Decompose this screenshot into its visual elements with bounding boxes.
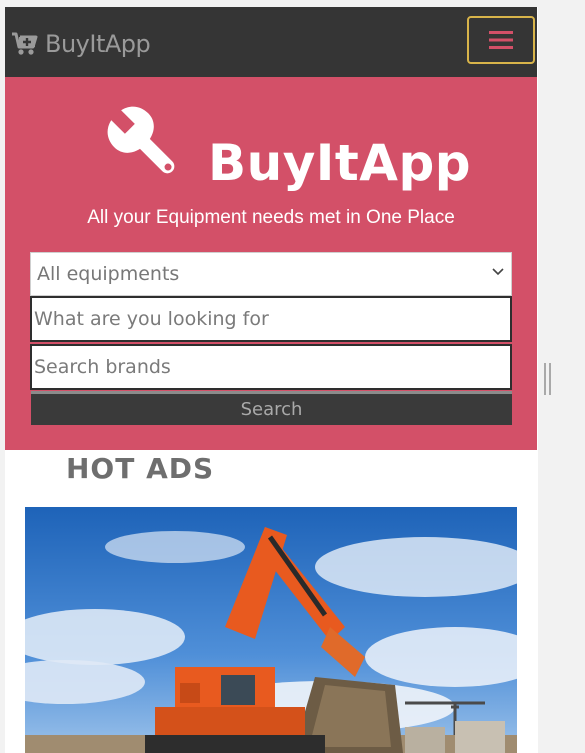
hot-ad-image[interactable] (25, 507, 517, 753)
search-query-placeholder: What are you looking for (34, 308, 269, 330)
category-select[interactable]: All equipments (30, 252, 512, 296)
excavator-photo (25, 507, 517, 753)
brand-label: BuyItApp (45, 30, 151, 58)
chevron-down-icon (492, 268, 504, 276)
category-select-value: All equipments (37, 263, 180, 285)
hero-section: BuyItApp All your Equipment needs met in… (5, 77, 537, 450)
hero-tagline: All your Equipment needs met in One Plac… (87, 207, 455, 228)
menu-toggle-button[interactable] (467, 16, 535, 64)
brand-link[interactable]: BuyItApp (11, 29, 151, 59)
viewport-top-edge (0, 0, 538, 7)
hot-ads-title: HOT ADS (66, 452, 215, 485)
wrench-icon (107, 106, 175, 174)
search-brands-placeholder: Search brands (34, 356, 171, 378)
search-brands-input[interactable]: Search brands (30, 344, 512, 390)
cart-plus-icon (12, 32, 38, 55)
hamburger-menu-icon (489, 31, 513, 49)
page-viewport: BuyItApp BuyItApp All your Equipment nee… (0, 0, 538, 753)
hero-title: BuyItApp (208, 134, 472, 192)
search-query-input[interactable]: What are you looking for (30, 296, 512, 342)
navbar: BuyItApp (5, 7, 537, 77)
search-button[interactable]: Search (31, 391, 512, 425)
resize-handle[interactable] (543, 363, 552, 395)
